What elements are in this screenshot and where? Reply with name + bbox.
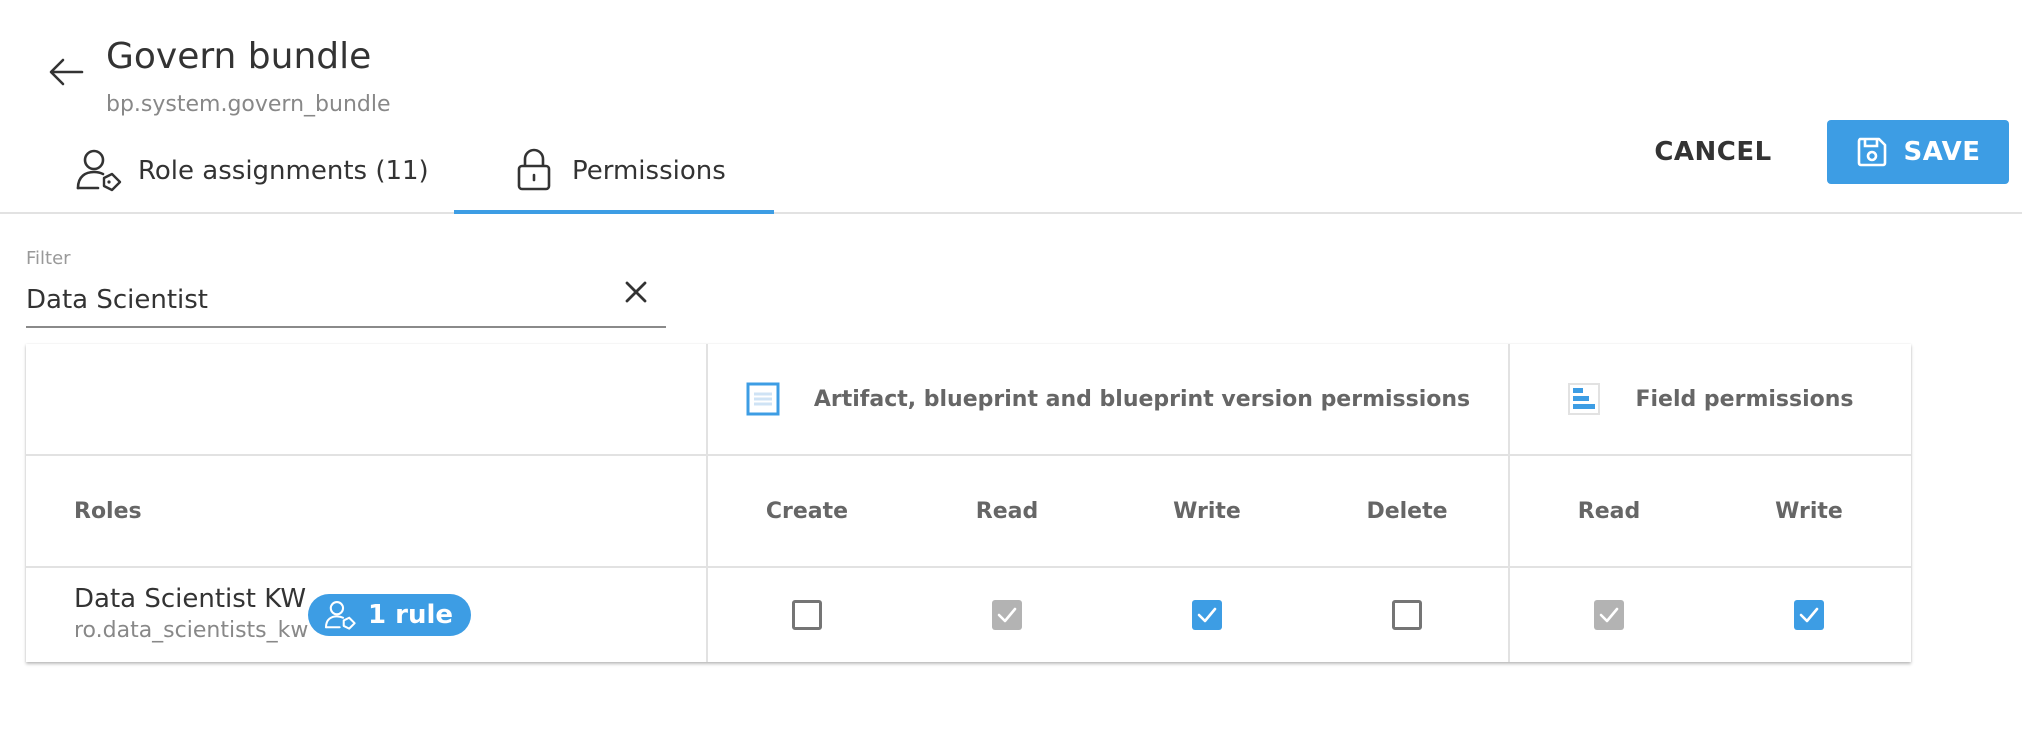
write-checkbox[interactable] [1192, 600, 1222, 630]
permission-cell [1509, 568, 1709, 662]
checkmark-icon [997, 607, 1017, 623]
filter-clear-button[interactable] [616, 272, 656, 312]
filter-field: Filter [26, 242, 666, 328]
create-checkbox[interactable] [792, 600, 822, 630]
tab-label: Role assignments (11) [138, 156, 429, 186]
column-header-write: Write [1173, 498, 1241, 524]
delete-checkbox[interactable] [1392, 600, 1422, 630]
rule-count-label: 1 rule [368, 600, 454, 630]
permission-cell [1307, 568, 1507, 662]
permissions-table: Artifact, blueprint and blueprint versio… [26, 344, 1911, 662]
filter-label: Filter [26, 248, 71, 269]
arrow-left-icon [49, 58, 84, 86]
group-header-label: Field permissions [1635, 386, 1854, 412]
checkmark-icon [1799, 607, 1819, 623]
rule-count-badge[interactable]: 1 rule [308, 594, 472, 636]
tab-bar: Role assignments (11) Permissions [0, 130, 774, 214]
tab-permissions[interactable]: Permissions [454, 130, 774, 214]
column-header-field-write: Write [1775, 498, 1843, 524]
lock-icon [516, 148, 552, 199]
column-header-delete: Delete [1366, 498, 1448, 524]
tab-role-assignments[interactable]: Role assignments (11) [0, 130, 454, 212]
save-button[interactable]: SAVE [1827, 120, 2009, 184]
roles-column-header: Roles [74, 498, 142, 524]
close-icon [625, 281, 647, 303]
group-header-label: Artifact, blueprint and blueprint versio… [813, 386, 1471, 412]
page-subtitle: bp.system.govern_bundle [106, 92, 391, 117]
column-header-field-read: Read [1577, 498, 1641, 524]
permission-cell [707, 568, 907, 662]
user-tag-icon [76, 148, 124, 199]
group-header-artifact: Artifact, blueprint and blueprint versio… [708, 344, 1508, 454]
permission-cell [1709, 568, 1909, 662]
active-tab-indicator [454, 210, 774, 214]
user-tag-icon [324, 601, 356, 630]
role-name: Data Scientist KW [74, 584, 307, 614]
column-header-create: Create [765, 498, 849, 524]
cancel-button[interactable]: CANCEL [1640, 124, 1786, 180]
checkmark-icon [1197, 607, 1217, 623]
page-title: Govern bundle [106, 36, 372, 77]
read-checkbox [992, 600, 1022, 630]
filter-input[interactable] [26, 282, 606, 318]
back-button[interactable] [44, 50, 88, 94]
permission-cell [1107, 568, 1307, 662]
document-icon [746, 382, 780, 416]
role-id: ro.data_scientists_kw [74, 618, 309, 643]
group-header-field: Field permissions [1510, 344, 1911, 454]
save-button-label: SAVE [1903, 137, 1981, 167]
page-header: Govern bundle bp.system.govern_bundle Ro… [0, 0, 2022, 214]
floppy-disk-icon [1857, 137, 1886, 167]
column-header-read: Read [975, 498, 1039, 524]
field-read-checkbox [1594, 600, 1624, 630]
permission-cell [907, 568, 1107, 662]
tab-label: Permissions [572, 156, 726, 186]
field-write-checkbox[interactable] [1794, 600, 1824, 630]
fields-icon [1568, 383, 1601, 415]
checkmark-icon [1599, 607, 1619, 623]
